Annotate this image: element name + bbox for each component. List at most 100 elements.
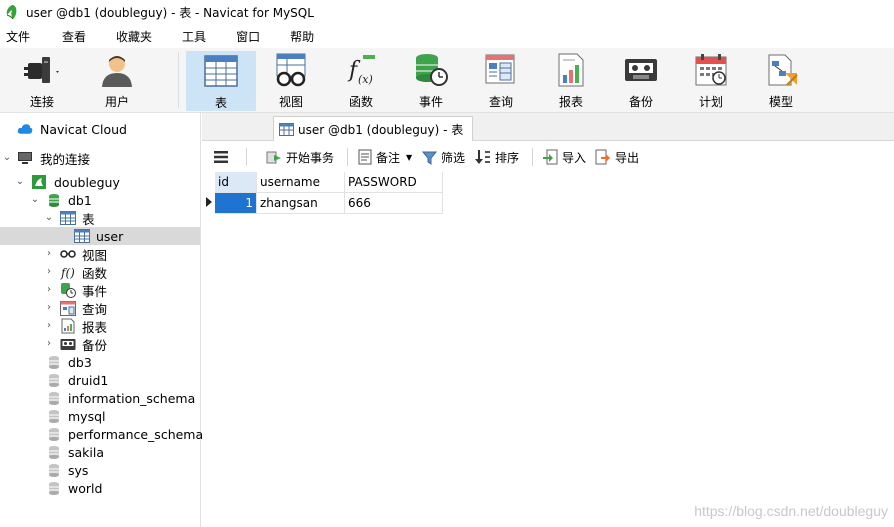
database-inactive-icon	[46, 462, 62, 478]
tree-database-performance-schema[interactable]: performance_schema	[0, 425, 204, 443]
model-label: 模型	[768, 95, 793, 109]
tree-label: doubleguy	[54, 174, 120, 190]
tree-database-sakila[interactable]: sakila	[0, 443, 200, 461]
menu-view[interactable]: 查看	[56, 28, 86, 45]
tree-views-folder[interactable]: › 视图	[0, 245, 200, 263]
tree-label: 我的连接	[40, 151, 91, 167]
database-icon	[46, 192, 62, 208]
memo-icon	[358, 149, 372, 165]
tree-database-db3[interactable]: db3	[0, 353, 200, 371]
menu-button[interactable]	[214, 147, 232, 167]
chevron-down-icon[interactable]: ⌄	[15, 177, 25, 187]
view-glasses-icon	[60, 246, 76, 262]
event-button[interactable]: 事件	[406, 50, 456, 110]
table-icon	[279, 122, 294, 136]
toolbar-separator	[347, 148, 348, 166]
database-inactive-icon	[46, 372, 62, 388]
tree-database-mysql[interactable]: mysql	[0, 407, 200, 425]
model-button[interactable]: 模型	[756, 50, 806, 110]
chevron-down-icon[interactable]: ⌄	[30, 195, 40, 205]
function-button[interactable]: f (x) 函数	[336, 50, 386, 110]
tab-label: user @db1 (doubleguy) - 表	[298, 122, 464, 137]
export-button[interactable]: 导出	[595, 147, 639, 167]
table-button[interactable]: 表	[186, 51, 256, 111]
memo-button[interactable]: 备注 ▼	[358, 147, 412, 167]
navicat-logo-icon	[6, 5, 17, 20]
cell-username[interactable]: zhangsan	[257, 193, 345, 214]
import-button[interactable]: 导入	[542, 147, 586, 167]
tree-label: mysql	[68, 408, 106, 424]
table-icon	[201, 54, 241, 88]
report-button[interactable]: 报表	[546, 50, 596, 110]
tree-events-folder[interactable]: › 事件	[0, 281, 200, 299]
database-inactive-icon	[46, 390, 62, 406]
sort-button[interactable]: 排序	[475, 147, 519, 167]
user-button[interactable]: 用户	[92, 50, 142, 110]
query-button[interactable]: 查询	[476, 50, 526, 110]
cloud-icon	[17, 121, 33, 137]
export-label: 导出	[615, 150, 640, 165]
memo-label: 备注	[376, 150, 401, 165]
chevron-right-icon[interactable]: ›	[44, 321, 54, 331]
mysql-connection-icon	[31, 174, 47, 190]
tree-backups-folder[interactable]: › 备份	[0, 335, 200, 353]
main-toolbar: 连接 用户 表 视图 f (x) 函数 事件 查询 报表 备份 计划 模型	[0, 48, 894, 113]
chevron-right-icon[interactable]: ›	[44, 267, 54, 277]
table-label: 表	[214, 96, 227, 110]
tab-user-table[interactable]: user @db1 (doubleguy) - 表	[273, 116, 473, 141]
menu-window[interactable]: 窗口	[230, 28, 260, 45]
function-icon: f()	[60, 264, 76, 280]
backup-button[interactable]: 备份	[616, 50, 666, 110]
filter-button[interactable]: 筛选	[422, 147, 465, 167]
tree-database-druid1[interactable]: druid1	[0, 371, 200, 389]
tree-my-connections[interactable]: ⌄ 我的连接	[0, 149, 200, 167]
table-toolbar: 开始事务 备注 ▼ 筛选 排序 导入 导出	[202, 142, 894, 172]
tree-label: 视图	[82, 247, 108, 263]
tree-tables-folder[interactable]: ⌄ 表	[0, 209, 200, 227]
chevron-down-icon[interactable]: ⌄	[44, 213, 54, 223]
tree-label: performance_schema	[68, 426, 204, 442]
tree-database-world[interactable]: world	[0, 479, 200, 497]
chevron-right-icon[interactable]: ›	[44, 303, 54, 313]
calendar-icon	[691, 53, 731, 87]
query-label: 查询	[488, 95, 513, 109]
dropdown-arrow-icon[interactable]: ▼	[406, 153, 412, 162]
column-header-username[interactable]: username	[257, 172, 345, 193]
tree-database-information-schema[interactable]: information_schema	[0, 389, 200, 407]
user-icon	[97, 53, 137, 87]
menu-tools[interactable]: 工具	[176, 28, 206, 45]
cell-id[interactable]: 1	[215, 193, 257, 214]
tree-table-user[interactable]: user	[0, 227, 200, 245]
cell-password[interactable]: 666	[345, 193, 443, 214]
sort-label: 排序	[495, 150, 520, 165]
column-header-password[interactable]: PASSWORD	[345, 172, 443, 193]
chevron-right-icon[interactable]: ›	[44, 339, 54, 349]
chevron-right-icon[interactable]: ›	[44, 285, 54, 295]
database-inactive-icon	[46, 408, 62, 424]
tree-reports-folder[interactable]: › 报表	[0, 317, 200, 335]
menu-favorites[interactable]: 收藏夹	[110, 28, 152, 45]
table-icon	[74, 228, 90, 244]
tree-navicat-cloud[interactable]: Navicat Cloud	[0, 120, 200, 138]
tree-database-db1[interactable]: ⌄ db1	[0, 191, 200, 209]
tree-label: druid1	[68, 372, 109, 388]
schedule-button[interactable]: 计划	[686, 50, 736, 110]
begin-transaction-button[interactable]: 开始事务	[266, 147, 334, 167]
tree-database-sys[interactable]: sys	[0, 461, 200, 479]
current-row-indicator-icon	[206, 197, 212, 207]
menu-help[interactable]: 帮助	[284, 28, 314, 45]
view-button[interactable]: 视图	[266, 50, 316, 110]
import-label: 导入	[562, 150, 587, 165]
filter-label: 筛选	[441, 150, 466, 165]
column-header-id[interactable]: id	[215, 172, 257, 193]
tree-connection-doubleguy[interactable]: ⌄ doubleguy	[0, 173, 200, 191]
chevron-down-icon[interactable]: ⌄	[2, 153, 12, 163]
menu-file[interactable]: 文件	[0, 28, 30, 45]
report-icon	[60, 318, 76, 334]
svg-text:f(): f()	[60, 266, 75, 280]
tree-queries-folder[interactable]: › 查询	[0, 299, 200, 317]
chevron-right-icon[interactable]: ›	[44, 249, 54, 259]
backup-label: 备份	[628, 95, 653, 109]
tree-functions-folder[interactable]: › f() 函数	[0, 263, 200, 281]
connect-button[interactable]: 连接	[14, 50, 70, 110]
